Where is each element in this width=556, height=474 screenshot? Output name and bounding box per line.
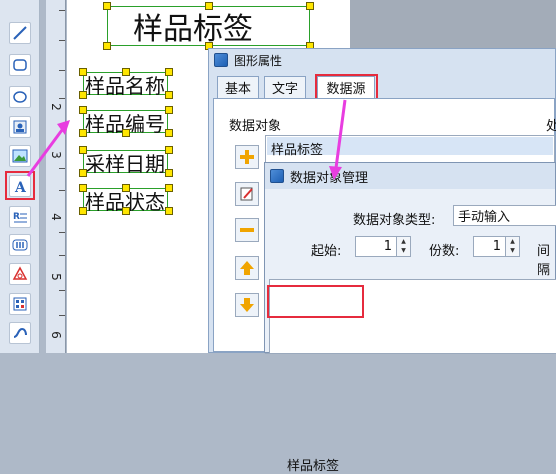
picture-icon xyxy=(12,149,28,163)
arrow-up-icon xyxy=(240,261,254,275)
resize-handle[interactable] xyxy=(306,2,314,10)
edit-icon xyxy=(240,187,253,201)
process-heading: 处 xyxy=(546,119,556,134)
start-spinner[interactable]: 1 ▲ ▼ xyxy=(355,236,411,257)
resize-handle[interactable] xyxy=(122,207,130,215)
shape-icon xyxy=(12,266,28,280)
qrcode-tool[interactable] xyxy=(9,293,31,315)
add-button[interactable] xyxy=(235,145,259,169)
tab-basic[interactable]: 基本 xyxy=(217,76,259,98)
resize-handle[interactable] xyxy=(165,146,173,154)
resize-handle[interactable] xyxy=(79,169,87,177)
line-tool[interactable] xyxy=(9,22,31,44)
ruler-number: 6 xyxy=(49,331,63,339)
interval-label: 间隔 xyxy=(537,244,551,278)
ruler-number: 5 xyxy=(49,273,63,281)
count-label: 份数: xyxy=(429,244,460,259)
text-tool-highlight xyxy=(5,171,35,200)
resize-handle[interactable] xyxy=(103,2,111,10)
rounded-rect-tool[interactable] xyxy=(9,54,31,76)
resize-handle[interactable] xyxy=(165,91,173,99)
multiline-text-tool[interactable]: R xyxy=(9,206,31,228)
data-object-manager-dialog: 数据对象管理 数据对象类型: 手动输入 起始: 1 ▲ ▼ 份数: 1 ▲ ▼ 间隔… xyxy=(264,162,556,474)
plus-icon xyxy=(240,150,254,164)
resize-handle[interactable] xyxy=(165,169,173,177)
minus-icon xyxy=(240,228,254,232)
ruler-number: 3 xyxy=(49,151,63,159)
line-icon xyxy=(13,26,27,40)
vertical-ruler: 2 3 4 5 6 xyxy=(46,0,66,353)
barcode-tool[interactable] xyxy=(9,234,31,256)
image-tool[interactable] xyxy=(9,116,31,138)
arrow-down-icon xyxy=(240,298,254,312)
tab-highlight xyxy=(315,74,378,101)
type-label: 数据对象类型: xyxy=(353,213,436,228)
ruler-number: 4 xyxy=(49,213,63,221)
data-object-heading: 数据对象 xyxy=(229,119,282,134)
app-icon xyxy=(214,53,228,67)
svg-text:R: R xyxy=(13,212,20,222)
count-spinner[interactable]: 1 ▲ ▼ xyxy=(473,236,520,257)
list-item-label: 样品标签 xyxy=(271,143,324,158)
barcode-icon xyxy=(12,239,28,251)
workspace-background xyxy=(350,0,556,55)
ellipse-tool[interactable] xyxy=(9,86,31,108)
resize-handle[interactable] xyxy=(79,91,87,99)
dialog-title: 图形属性 xyxy=(234,53,283,68)
resize-handle[interactable] xyxy=(79,146,87,154)
type-select[interactable]: 手动输入 xyxy=(453,205,556,226)
resize-handle[interactable] xyxy=(122,184,130,192)
app-icon xyxy=(270,169,284,183)
dialog-titlebar[interactable]: 图形属性 xyxy=(209,49,555,71)
resize-handle[interactable] xyxy=(205,2,213,10)
resize-handle[interactable] xyxy=(79,207,87,215)
image-icon xyxy=(13,120,27,134)
ruler-number: 2 xyxy=(49,103,63,111)
rounded-rect-icon xyxy=(13,59,27,71)
field-label-sampling-date[interactable]: 采样日期 xyxy=(85,148,165,177)
curve-tool[interactable] xyxy=(9,322,31,344)
resize-handle[interactable] xyxy=(79,68,87,76)
start-value: 1 xyxy=(383,239,392,254)
remove-button[interactable] xyxy=(235,218,259,242)
multiline-text-icon: R xyxy=(13,212,27,223)
resize-handle[interactable] xyxy=(165,68,173,76)
resize-handle[interactable] xyxy=(165,207,173,215)
move-down-button[interactable] xyxy=(235,293,259,317)
picture-tool[interactable] xyxy=(9,145,31,167)
count-value: 1 xyxy=(492,239,501,254)
title-label[interactable]: 样品标签 xyxy=(133,4,253,48)
resize-handle[interactable] xyxy=(165,129,173,137)
dialog-title: 数据对象管理 xyxy=(290,170,369,186)
dialog-titlebar[interactable]: 数据对象管理 xyxy=(265,163,555,189)
tab-text[interactable]: 文字 xyxy=(264,76,306,98)
resize-handle[interactable] xyxy=(122,68,130,76)
start-label: 起始: xyxy=(311,244,342,259)
shape-tool[interactable] xyxy=(9,263,31,285)
resize-handle[interactable] xyxy=(79,184,87,192)
resize-handle[interactable] xyxy=(165,106,173,114)
qrcode-icon xyxy=(13,297,27,311)
resize-handle[interactable] xyxy=(79,106,87,114)
list-item[interactable]: 样品标签 xyxy=(267,137,553,158)
content-highlight xyxy=(267,285,364,318)
content-value: 样品标签 xyxy=(287,459,340,474)
curve-icon xyxy=(13,327,27,338)
resize-handle[interactable] xyxy=(165,184,173,192)
move-up-button[interactable] xyxy=(235,256,259,280)
edit-button[interactable] xyxy=(235,182,259,206)
resize-handle[interactable] xyxy=(122,129,130,137)
resize-handle[interactable] xyxy=(79,129,87,137)
tool-strip: A R xyxy=(0,0,40,353)
spinner-buttons[interactable]: ▲ ▼ xyxy=(396,237,410,256)
spinner-buttons[interactable]: ▲ ▼ xyxy=(505,237,519,256)
resize-handle[interactable] xyxy=(103,42,111,50)
ellipse-icon xyxy=(13,91,27,103)
type-select-value: 手动输入 xyxy=(458,210,511,225)
